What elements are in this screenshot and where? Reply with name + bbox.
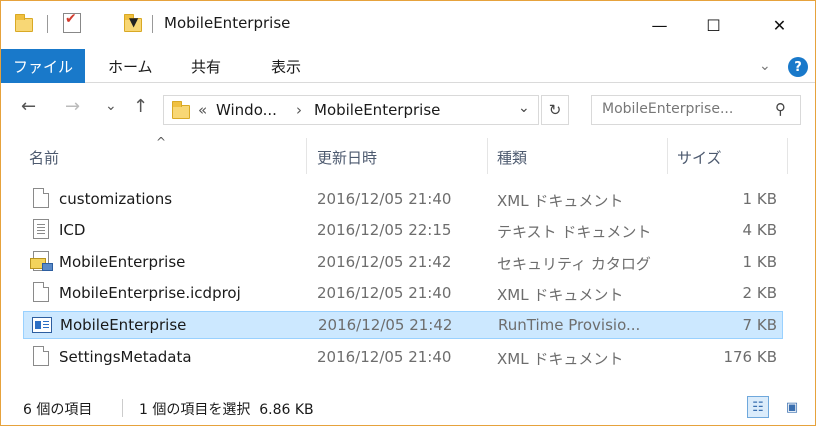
file-size: 1 KB — [742, 253, 777, 271]
file-date: 2016/12/05 21:40 — [317, 190, 452, 208]
file-date: 2016/12/05 21:40 — [317, 348, 452, 366]
tab-file[interactable]: ファイル — [1, 49, 85, 83]
xml-document-icon — [33, 282, 49, 302]
file-name: SettingsMetadata — [59, 348, 192, 366]
ribbon-tabs: ファイル ホーム 共有 表示 ⌄ ? — [1, 49, 815, 83]
column-header-date[interactable]: 更新日時 — [317, 147, 377, 168]
sort-ascending-icon: ^ — [156, 135, 167, 149]
column-headers: ^ 名前 更新日時 種類 サイズ — [1, 135, 815, 176]
address-dropdown-icon[interactable]: ⌄ — [518, 100, 530, 116]
folder-icon — [172, 101, 190, 119]
file-date: 2016/12/05 21:42 — [317, 253, 452, 271]
item-count: 6 個の項目 — [23, 402, 93, 418]
file-name: MobileEnterprise — [60, 316, 187, 334]
maximize-button[interactable]: ☐ — [691, 1, 736, 49]
title-bar: ▼ MobileEnterprise — ☐ ✕ — [1, 1, 815, 49]
search-input[interactable]: MobileEnterprise... ⚲ — [591, 95, 801, 125]
file-type: XML ドキュメント — [497, 286, 624, 304]
tab-share[interactable]: 共有 — [191, 49, 221, 83]
file-size: 2 KB — [742, 284, 777, 302]
details-view-icon[interactable]: ☷ — [747, 396, 769, 418]
column-header-size[interactable]: サイズ — [677, 147, 722, 168]
window-title: MobileEnterprise — [164, 14, 291, 32]
column-divider[interactable] — [787, 138, 788, 174]
folder-icon — [15, 14, 33, 32]
file-name: ICD — [59, 221, 86, 239]
toolbar-divider — [47, 15, 48, 33]
file-type: セキュリティ カタログ — [497, 255, 651, 273]
customize-quick-access-icon[interactable]: ▼ — [129, 15, 138, 29]
breadcrumb-windows[interactable]: Windo... — [216, 101, 277, 119]
column-divider[interactable] — [487, 138, 488, 174]
address-bar[interactable]: « Windo... › MobileEnterprise ⌄ — [163, 95, 539, 125]
back-button[interactable]: ← — [21, 96, 36, 117]
column-divider[interactable] — [667, 138, 668, 174]
text-document-icon — [33, 219, 49, 239]
file-name: MobileEnterprise — [59, 253, 186, 271]
file-type: XML ドキュメント — [497, 350, 624, 368]
breadcrumb-mobileenterprise[interactable]: MobileEnterprise — [314, 101, 440, 119]
status-divider — [122, 399, 123, 417]
file-type: RunTime Provisio... — [498, 316, 641, 334]
table-row[interactable]: ICD 2016/12/05 22:15 テキスト ドキュメント 4 KB — [23, 216, 783, 244]
file-type: テキスト ドキュメント — [497, 223, 652, 241]
close-button[interactable]: ✕ — [757, 1, 802, 49]
column-divider[interactable] — [306, 138, 307, 174]
file-date: 2016/12/05 21:42 — [318, 316, 453, 334]
search-placeholder: MobileEnterprise... — [602, 101, 734, 117]
breadcrumb-separator[interactable]: › — [296, 101, 302, 119]
navigation-bar: ← → ⌄ ↑ « Windo... › MobileEnterprise ⌄ … — [1, 84, 815, 136]
refresh-button[interactable]: ↻ — [541, 95, 569, 125]
tab-home[interactable]: ホーム — [108, 49, 153, 83]
breadcrumb-overflow[interactable]: « — [198, 101, 207, 119]
toolbar-divider — [152, 15, 153, 33]
properties-check-icon[interactable] — [63, 11, 81, 33]
file-size: 176 KB — [723, 348, 777, 366]
table-row[interactable]: MobileEnterprise.icdproj 2016/12/05 21:4… — [23, 279, 783, 307]
file-size: 1 KB — [742, 190, 777, 208]
column-header-type[interactable]: 種類 — [497, 147, 527, 168]
status-bar: 6 個の項目 1 個の項目を選択 6.86 KB ☷ ▣ — [1, 391, 815, 425]
xml-document-icon — [33, 188, 49, 208]
file-name: customizations — [59, 190, 173, 208]
table-row[interactable]: SettingsMetadata 2016/12/05 21:40 XML ドキ… — [23, 343, 783, 371]
provisioning-package-icon — [32, 317, 52, 333]
file-size: 7 KB — [742, 316, 777, 334]
expand-ribbon-icon[interactable]: ⌄ — [759, 58, 771, 74]
selection-info: 1 個の項目を選択 6.86 KB — [139, 402, 314, 418]
table-row[interactable]: MobileEnterprise 2016/12/05 21:42 セキュリティ… — [23, 248, 783, 276]
xml-document-icon — [33, 346, 49, 366]
search-icon[interactable]: ⚲ — [775, 100, 786, 118]
file-date: 2016/12/05 22:15 — [317, 221, 452, 239]
file-name: MobileEnterprise.icdproj — [59, 284, 241, 302]
explorer-window: ▼ MobileEnterprise — ☐ ✕ ファイル ホーム 共有 表示 … — [0, 0, 816, 426]
file-size: 4 KB — [742, 221, 777, 239]
up-button[interactable]: ↑ — [133, 96, 148, 117]
recent-locations-button[interactable]: ⌄ — [105, 98, 117, 114]
help-icon[interactable]: ? — [788, 57, 808, 77]
file-type: XML ドキュメント — [497, 192, 624, 210]
security-catalog-icon — [30, 251, 53, 271]
file-date: 2016/12/05 21:40 — [317, 284, 452, 302]
forward-button[interactable]: → — [65, 96, 80, 117]
minimize-button[interactable]: — — [637, 1, 682, 49]
table-row[interactable]: customizations 2016/12/05 21:40 XML ドキュメ… — [23, 185, 783, 213]
large-icons-view-icon[interactable]: ▣ — [781, 396, 803, 418]
table-row-selected[interactable]: MobileEnterprise 2016/12/05 21:42 RunTim… — [23, 311, 783, 339]
tab-view[interactable]: 表示 — [271, 49, 301, 83]
column-header-name[interactable]: 名前 — [29, 147, 59, 168]
